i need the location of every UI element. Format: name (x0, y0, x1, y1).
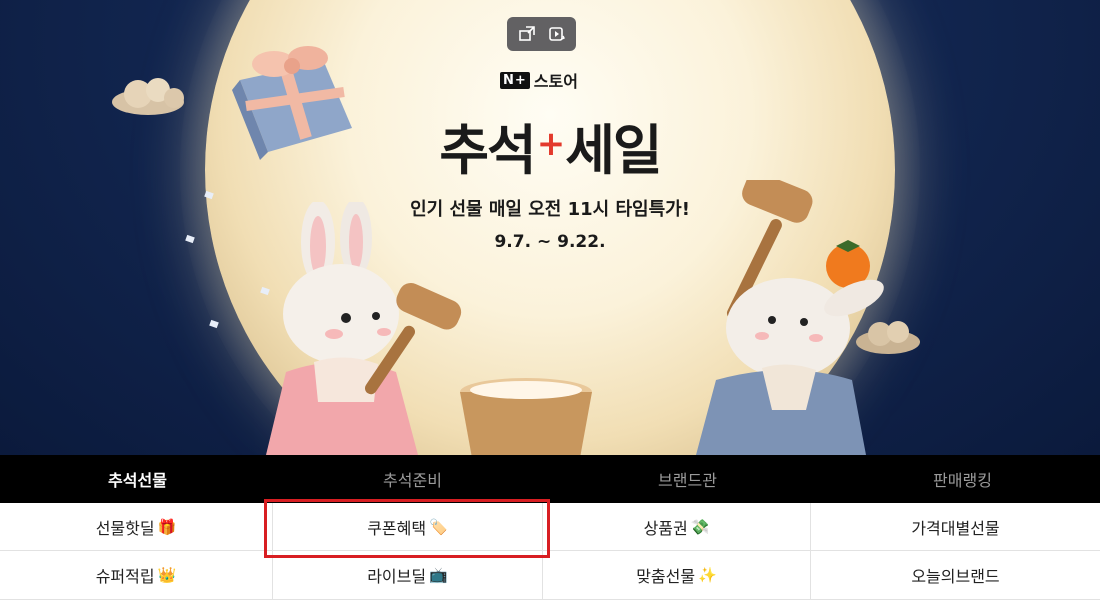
grid-item-label: 쿠폰혜택 (367, 518, 427, 538)
tab-sales-ranking[interactable]: 판매랭킹 (825, 455, 1100, 503)
grid-item-today-brand[interactable]: 오늘의브랜드 (811, 551, 1100, 600)
subcategory-grid: 선물핫딜 🎁 쿠폰혜택 🏷️ 상품권 💸 가격대별선물 슈퍼적립 👑 라이브딜 📺 맞춤선… (0, 503, 1100, 600)
title-right: 세일 (565, 119, 662, 182)
money-icon: 💸 (690, 517, 710, 536)
grid-item-label: 라이브딜 (367, 567, 427, 586)
grid-item-coupon[interactable]: 쿠폰혜택 🏷️ (273, 503, 543, 551)
tv-icon: 📺 (429, 566, 448, 584)
cloud-left-illustration (112, 78, 184, 115)
tab-brand-hall[interactable]: 브랜드관 (550, 455, 825, 503)
brand-logo: N+ 스토어 (500, 68, 578, 92)
brand-name: 스토어 (533, 72, 578, 91)
pip-icon[interactable] (518, 25, 536, 43)
rice-mortar-illustration (460, 378, 592, 455)
grid-item-live-deal[interactable]: 라이브딜 📺 (273, 551, 543, 600)
video-settings-icon[interactable] (548, 25, 566, 43)
tab-chuseok-gift[interactable]: 추석선물 (0, 455, 275, 503)
grid-item-super-reward[interactable]: 슈퍼적립 👑 (0, 551, 273, 600)
grid-item-gift-card[interactable]: 상품권 💸 (543, 503, 811, 551)
video-controls (507, 17, 576, 51)
title-left: 추석 (439, 119, 536, 182)
right-rabbit-illustration (696, 180, 884, 455)
banner-subtitle: 인기 선물 매일 오전 11시 타임특가! (410, 199, 690, 220)
banner-dates: 9.7. ~ 9.22. (494, 232, 606, 252)
grid-item-label: 상품권 (643, 518, 688, 538)
grid-item-label: 오늘의브랜드 (911, 567, 1000, 586)
gift-icon: 🎁 (157, 517, 177, 536)
grid-item-price-range[interactable]: 가격대별선물 (811, 503, 1100, 551)
grid-item-label: 맞춤선물 (636, 567, 696, 586)
grid-item-label: 선물핫딜 (95, 518, 155, 538)
title-plus: + (536, 124, 565, 164)
hero-banner[interactable]: N+ 스토어 추석+세일 인기 선물 매일 오전 11시 타임특가! 9.7. … (0, 0, 1100, 455)
naver-plus-logo: N+ (500, 71, 530, 89)
tag-icon: 🏷️ (429, 517, 448, 536)
grid-item-label: 가격대별선물 (911, 518, 1000, 538)
tab-chuseok-prep[interactable]: 추석준비 (275, 455, 550, 503)
category-tabs: 추석선물 추석준비 브랜드관 판매랭킹 (0, 455, 1100, 503)
grid-item-custom-gift[interactable]: 맞춤선물 ✨ (543, 551, 811, 600)
gift-box-illustration (232, 46, 352, 160)
grid-item-label: 슈퍼적립 (95, 567, 155, 586)
grid-item-gift-hotdeal[interactable]: 선물핫딜 🎁 (0, 503, 273, 551)
crown-icon: 👑 (157, 566, 177, 584)
sparkles-icon: ✨ (698, 566, 717, 584)
banner-title: 추석+세일 (390, 106, 710, 185)
